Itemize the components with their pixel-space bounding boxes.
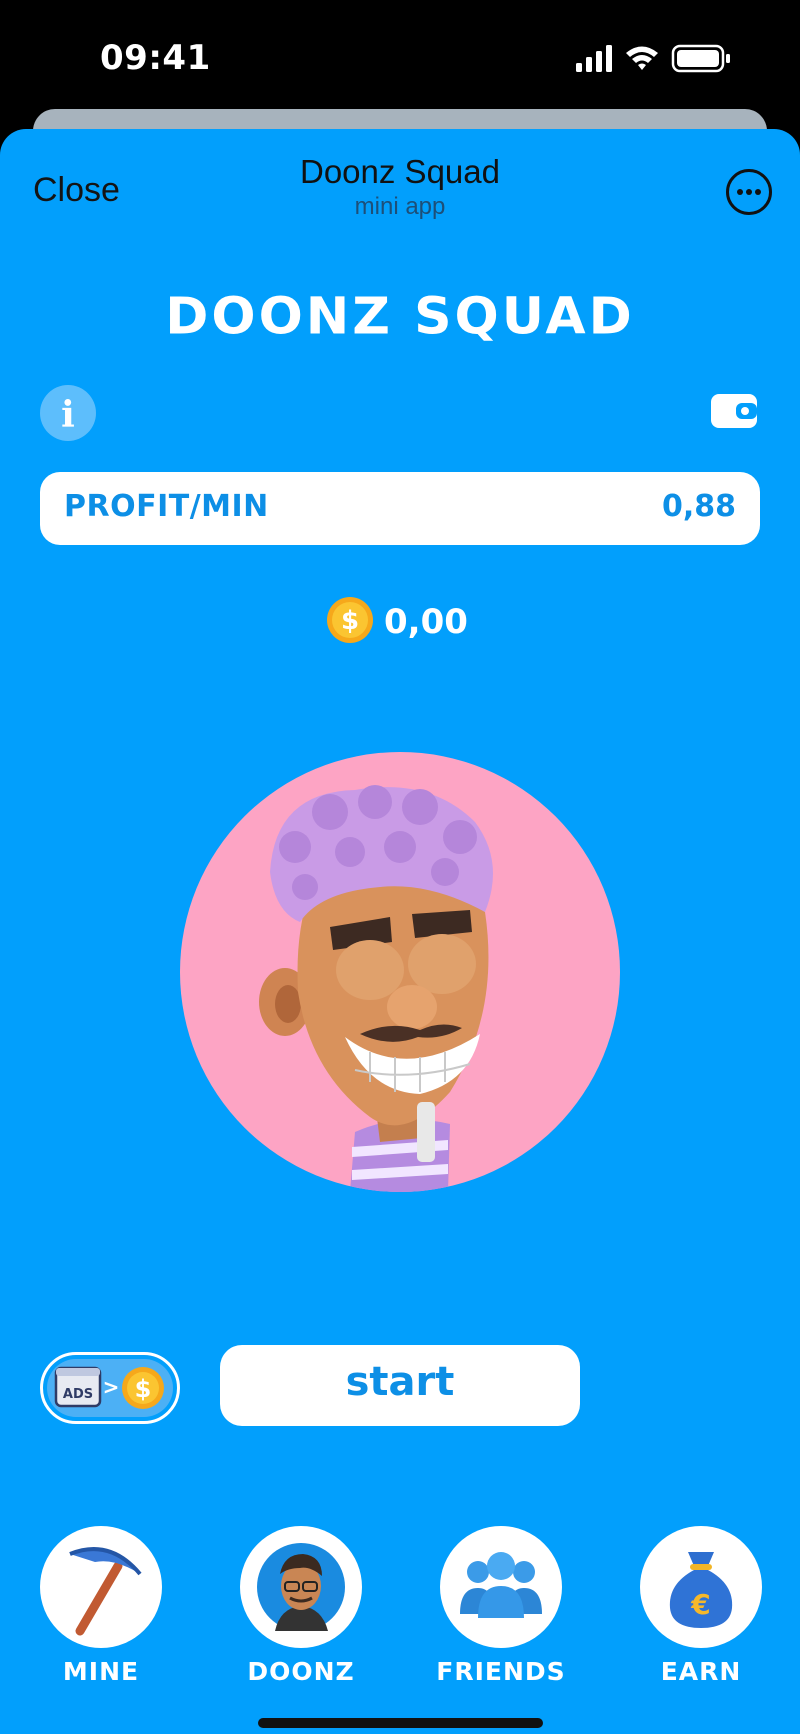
nav-item-mine[interactable]: MINE: [40, 1526, 162, 1686]
character-avatar-icon: [257, 1543, 345, 1631]
home-indicator: [258, 1718, 543, 1728]
profit-label: PROFIT/MIN: [64, 489, 269, 524]
nav-circle: [440, 1526, 562, 1648]
wifi-icon: [626, 46, 658, 70]
ads-label: ADS: [63, 1387, 93, 1402]
more-dot-icon: [755, 189, 761, 195]
character-illustration: [259, 785, 493, 1192]
ads-to-coin-icon: ADS > $: [54, 1366, 164, 1409]
profit-value: 0,88: [661, 489, 736, 524]
more-options-button[interactable]: [726, 169, 772, 215]
start-button[interactable]: start: [220, 1345, 580, 1426]
balance-value: 0,00: [384, 602, 468, 642]
money-bag-icon: €: [669, 1552, 733, 1628]
status-icons: [576, 44, 730, 73]
svg-text:$: $: [341, 606, 359, 636]
svg-text:>: >: [103, 1375, 120, 1399]
more-dot-icon: [746, 189, 752, 195]
info-button[interactable]: i: [40, 385, 96, 441]
info-icon: i: [61, 394, 75, 436]
wallet-icon[interactable]: [711, 394, 757, 428]
nav-circle: [240, 1526, 362, 1648]
nav-circle: [40, 1526, 162, 1648]
nav-item-doonz[interactable]: DOONZ: [240, 1526, 362, 1686]
svg-text:€: €: [690, 1588, 710, 1621]
nav-label-friends: FRIENDS: [436, 1657, 566, 1686]
more-dot-icon: [737, 189, 743, 195]
svg-text:$: $: [135, 1375, 152, 1403]
cellular-signal-icon: [576, 45, 612, 72]
character-avatar[interactable]: [180, 752, 620, 1192]
header-subtitle: mini app: [354, 193, 446, 220]
mini-app-sheet: Close Doonz Squad mini app DOONZ SQUAD i…: [0, 129, 800, 1734]
status-bar: 09:41: [0, 0, 800, 118]
header-title: Doonz Squad: [300, 153, 500, 190]
nav-circle: €: [640, 1526, 762, 1648]
nav-label-earn: EARN: [660, 1657, 742, 1686]
battery-icon: [671, 44, 730, 73]
nav-item-earn[interactable]: € EARN: [640, 1526, 762, 1686]
nav-item-friends[interactable]: FRIENDS: [436, 1526, 565, 1686]
people-icon: [460, 1552, 542, 1618]
brand-title: DOONZ SQUAD: [165, 287, 635, 347]
profit-per-minute-bar: PROFIT/MIN 0,88: [40, 472, 760, 545]
start-label: start: [345, 1359, 455, 1405]
status-time: 09:41: [100, 38, 211, 78]
coin-icon: $: [327, 597, 373, 643]
nav-label-mine: MINE: [62, 1657, 140, 1686]
nav-label-doonz: DOONZ: [247, 1657, 355, 1686]
pickaxe-icon: [69, 1547, 142, 1636]
watch-ads-button[interactable]: ADS > $: [40, 1352, 180, 1424]
